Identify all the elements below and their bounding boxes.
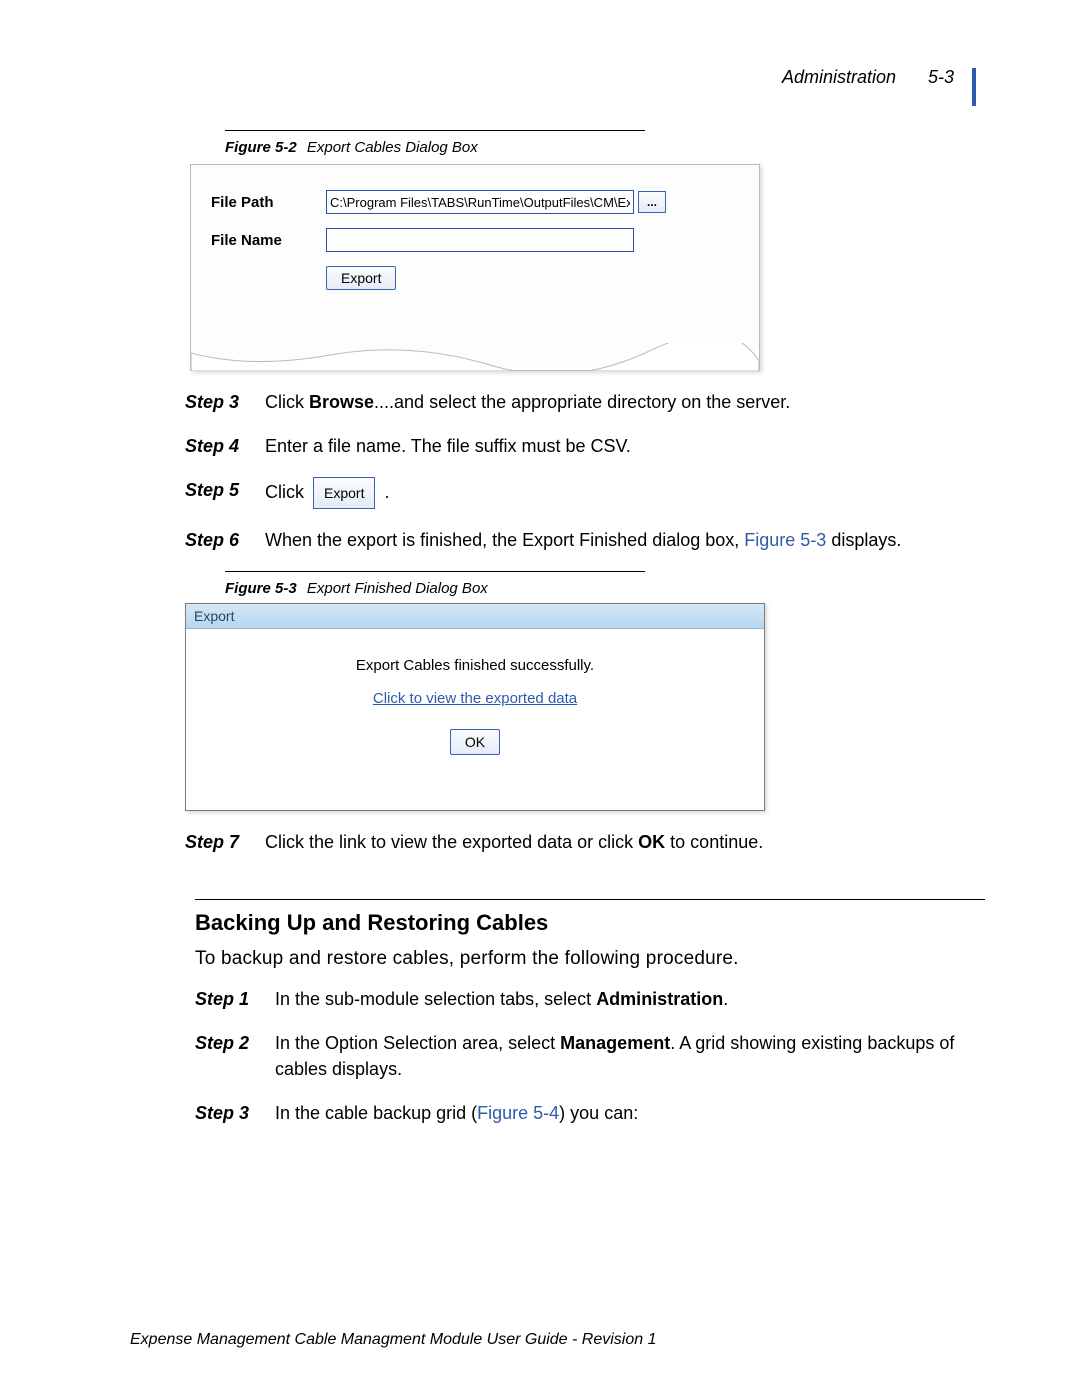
figure-5-4-link[interactable]: Figure 5-4 xyxy=(477,1103,559,1123)
step-label: Step 4 xyxy=(185,433,265,459)
section2-step-1: Step 1 In the sub-module selection tabs,… xyxy=(195,986,985,1012)
figure-number: Figure 5-3 xyxy=(225,580,297,597)
step-6: Step 6 When the export is finished, the … xyxy=(185,527,990,553)
section-heading: Backing Up and Restoring Cables xyxy=(195,910,985,936)
browse-button[interactable]: ... xyxy=(638,191,666,213)
page-header: Administration 5-3 xyxy=(782,68,976,106)
figure-5-2: File Path ... File Name Export xyxy=(190,164,760,371)
export-cables-dialog: File Path ... File Name Export xyxy=(190,164,760,371)
export-finished-dialog: Export Export Cables finished successful… xyxy=(185,603,765,811)
figure-title: Export Finished Dialog Box xyxy=(307,580,488,597)
section-intro: To backup and restore cables, perform th… xyxy=(195,948,985,970)
header-section: Administration xyxy=(782,68,896,86)
file-name-input[interactable] xyxy=(326,228,634,252)
ok-button[interactable]: OK xyxy=(450,729,500,755)
step-body: Click the link to view the exported data… xyxy=(265,829,990,855)
figure-5-3-link[interactable]: Figure 5-3 xyxy=(744,530,826,550)
step-label: Step 3 xyxy=(185,389,265,415)
step-label: Step 3 xyxy=(195,1100,275,1126)
step-body: Click Browse....and select the appropria… xyxy=(265,389,990,415)
step-body: Click Export . xyxy=(265,477,990,509)
export-button[interactable]: Export xyxy=(326,266,396,290)
figure-5-3-caption: Figure 5-3 Export Finished Dialog Box xyxy=(225,571,645,597)
section2-step-2: Step 2 In the Option Selection area, sel… xyxy=(195,1030,985,1082)
dialog-titlebar: Export xyxy=(186,604,764,629)
step-label: Step 5 xyxy=(185,477,265,509)
steps-group-b: Step 7 Click the link to view the export… xyxy=(185,829,990,855)
step-label: Step 6 xyxy=(185,527,265,553)
file-path-label: File Path xyxy=(211,194,326,211)
page-footer: Expense Management Cable Managment Modul… xyxy=(130,1331,657,1349)
step-label: Step 2 xyxy=(195,1030,275,1082)
step-5: Step 5 Click Export . xyxy=(185,477,990,509)
figure-title: Export Cables Dialog Box xyxy=(307,139,478,156)
figure-5-2-caption: Figure 5-2 Export Cables Dialog Box xyxy=(225,130,645,156)
step-4: Step 4 Enter a file name. The file suffi… xyxy=(185,433,990,459)
section2-step-3: Step 3 In the cable backup grid (Figure … xyxy=(195,1100,985,1126)
step-3: Step 3 Click Browse....and select the ap… xyxy=(185,389,990,415)
dialog-message: Export Cables finished successfully. xyxy=(196,657,754,674)
section-backing-up: Backing Up and Restoring Cables To backu… xyxy=(195,899,985,1126)
file-path-input[interactable] xyxy=(326,190,634,214)
step-label: Step 1 xyxy=(195,986,275,1012)
steps-group-a: Step 3 Click Browse....and select the ap… xyxy=(185,389,990,553)
inline-export-button[interactable]: Export xyxy=(313,477,375,509)
step-body: When the export is finished, the Export … xyxy=(265,527,990,553)
step-body: In the cable backup grid (Figure 5-4) yo… xyxy=(275,1100,985,1126)
step-body: In the Option Selection area, select Man… xyxy=(275,1030,985,1082)
figure-number: Figure 5-2 xyxy=(225,139,297,156)
header-page-number: 5-3 xyxy=(928,68,954,86)
torn-edge-decoration xyxy=(191,343,759,371)
step-body: Enter a file name. The file suffix must … xyxy=(265,433,990,459)
step-label: Step 7 xyxy=(185,829,265,855)
view-exported-data-link[interactable]: Click to view the exported data xyxy=(373,690,577,707)
step-7: Step 7 Click the link to view the export… xyxy=(185,829,990,855)
file-name-label: File Name xyxy=(211,232,326,249)
step-body: In the sub-module selection tabs, select… xyxy=(275,986,985,1012)
